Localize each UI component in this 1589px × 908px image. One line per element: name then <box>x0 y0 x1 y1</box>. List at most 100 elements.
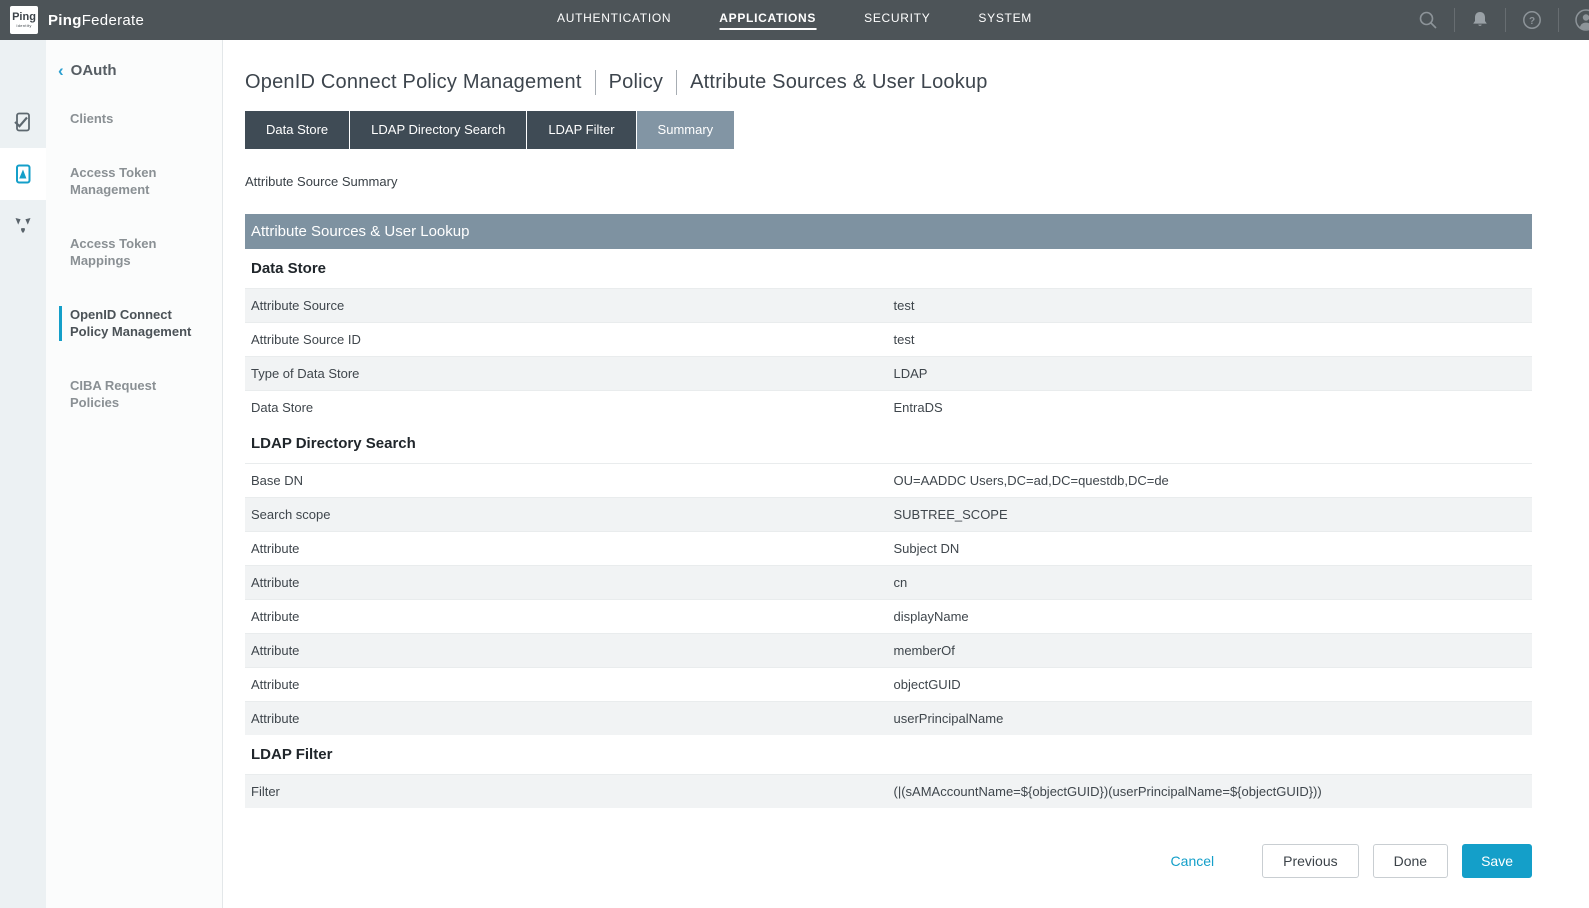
summary-sections: Data Store Attribute Source test Attribu… <box>245 260 1532 808</box>
row-label: Attribute <box>245 541 889 556</box>
top-nav: AUTHENTICATION APPLICATIONS SECURITY SYSTEM <box>557 11 1032 30</box>
sidebar-item-openid-connect-policy-management[interactable]: OpenID Connect Policy Management <box>59 306 208 341</box>
product-name-rest: Federate <box>82 12 144 29</box>
row-label: Attribute <box>245 711 889 726</box>
sidebar-item-access-token-mappings[interactable]: Access Token Mappings <box>70 235 208 270</box>
footer-actions: Cancel Previous Done Save <box>245 844 1532 878</box>
app-root: Ping Identity PingFederate AUTHENTICATIO… <box>0 0 1589 908</box>
ping-logo-subtext: Identity <box>16 23 31 28</box>
summary-row: Attribute objectGUID <box>245 667 1532 701</box>
chevron-left-icon: ‹ <box>58 63 64 78</box>
search-icon[interactable] <box>1417 9 1439 31</box>
summary-row: Attribute Subject DN <box>245 531 1532 565</box>
tab-summary[interactable]: Summary <box>637 111 735 149</box>
row-label: Attribute <box>245 575 889 590</box>
top-nav-applications[interactable]: APPLICATIONS <box>719 11 816 30</box>
summary-row: Attribute userPrincipalName <box>245 701 1532 735</box>
table-header-bar: Attribute Sources & User Lookup <box>245 214 1532 249</box>
breadcrumb-segment: Attribute Sources & User Lookup <box>690 71 987 94</box>
sidebar: ‹ OAuth Clients Access Token Management Ac… <box>46 40 223 908</box>
row-value: cn <box>889 575 1533 590</box>
breadcrumb-separator <box>676 70 677 95</box>
row-label: Type of Data Store <box>245 366 889 381</box>
sidebar-back-oauth[interactable]: ‹ OAuth <box>58 62 222 79</box>
row-value: LDAP <box>889 366 1533 381</box>
summary-row: Base DN OU=AADDC Users,DC=ad,DC=questdb,… <box>245 463 1532 497</box>
row-label: Base DN <box>245 473 889 488</box>
help-icon[interactable]: ? <box>1521 9 1543 31</box>
clients-icon[interactable] <box>0 96 46 148</box>
row-label: Attribute <box>245 643 889 658</box>
cancel-link[interactable]: Cancel <box>1171 853 1215 869</box>
top-nav-authentication[interactable]: AUTHENTICATION <box>557 11 671 30</box>
product-name: PingFederate <box>48 12 144 29</box>
row-value: Subject DN <box>889 541 1533 556</box>
section-rows: Filter (|(sAMAccountName=${objectGUID})(… <box>245 774 1532 808</box>
row-label: Attribute Source ID <box>245 332 889 347</box>
page-title-breadcrumb: OpenID Connect Policy Management Policy … <box>245 70 1532 95</box>
save-button[interactable]: Save <box>1462 844 1532 878</box>
sidebar-item-clients[interactable]: Clients <box>70 110 208 128</box>
summary-row: Attribute Source ID test <box>245 322 1532 356</box>
summary-row: Data Store EntraDS <box>245 390 1532 424</box>
summary-row: Attribute cn <box>245 565 1532 599</box>
divider <box>1558 8 1559 32</box>
content-shell: ‹ OAuth Clients Access Token Management Ac… <box>0 40 1589 908</box>
tab-ldap-directory-search[interactable]: LDAP Directory Search <box>350 111 526 149</box>
ping-logo[interactable]: Ping Identity <box>10 6 38 34</box>
wizard-tabs: Data StoreLDAP Directory SearchLDAP Filt… <box>245 111 1532 149</box>
breadcrumb-separator <box>595 70 596 95</box>
row-label: Data Store <box>245 400 889 415</box>
top-nav-security[interactable]: SECURITY <box>864 11 930 30</box>
user-account-icon[interactable] <box>1574 8 1589 32</box>
row-value: userPrincipalName <box>889 711 1533 726</box>
topbar: Ping Identity PingFederate AUTHENTICATIO… <box>0 0 1589 40</box>
section-title: Data Store <box>251 260 1532 277</box>
row-label: Attribute Source <box>245 298 889 313</box>
sidebar-item-access-token-management[interactable]: Access Token Management <box>70 164 208 199</box>
sidebar-item-ciba-request-policies[interactable]: CIBA Request Policies <box>70 377 208 412</box>
top-nav-system[interactable]: SYSTEM <box>978 11 1032 30</box>
section-title: LDAP Directory Search <box>251 435 1532 452</box>
module-icon-rail <box>0 40 46 908</box>
row-value: OU=AADDC Users,DC=ad,DC=questdb,DC=de <box>889 473 1533 488</box>
notifications-bell-icon[interactable] <box>1470 9 1490 31</box>
summary-row: Attribute memberOf <box>245 633 1532 667</box>
section-title: LDAP Filter <box>251 746 1532 763</box>
row-value: EntraDS <box>889 400 1533 415</box>
row-value: memberOf <box>889 643 1533 658</box>
main-content: OpenID Connect Policy Management Policy … <box>223 40 1589 908</box>
row-value: displayName <box>889 609 1533 624</box>
sidebar-section-label: OAuth <box>71 62 117 79</box>
section-rows: Attribute Source test Attribute Source I… <box>245 288 1532 424</box>
row-value: SUBTREE_SCOPE <box>889 507 1533 522</box>
summary-section: LDAP Directory Search Base DN OU=AADDC U… <box>245 435 1532 735</box>
row-label: Search scope <box>245 507 889 522</box>
summary-row: Attribute Source test <box>245 288 1532 322</box>
sidebar-nav: Clients Access Token Management Access Tok… <box>46 79 222 412</box>
row-value: test <box>889 332 1533 347</box>
previous-button[interactable]: Previous <box>1262 844 1358 878</box>
row-value: (|(sAMAccountName=${objectGUID})(userPri… <box>889 784 1533 799</box>
row-label: Filter <box>245 784 889 799</box>
summary-section: Data Store Attribute Source test Attribu… <box>245 260 1532 424</box>
summary-row: Filter (|(sAMAccountName=${objectGUID})(… <box>245 774 1532 808</box>
done-button[interactable]: Done <box>1373 844 1448 878</box>
svg-text:?: ? <box>1529 16 1535 27</box>
tab-ldap-filter[interactable]: LDAP Filter <box>527 111 635 149</box>
tab-data-store[interactable]: Data Store <box>245 111 349 149</box>
breadcrumb-segment: OpenID Connect Policy Management <box>245 71 582 94</box>
summary-row: Type of Data Store LDAP <box>245 356 1532 390</box>
ping-logo-text: Ping <box>12 12 36 23</box>
product-name-bold: Ping <box>48 12 82 29</box>
access-token-mappings-icon[interactable] <box>0 200 46 252</box>
row-value: objectGUID <box>889 677 1533 692</box>
summary-row: Attribute displayName <box>245 599 1532 633</box>
row-value: test <box>889 298 1533 313</box>
summary-label: Attribute Source Summary <box>245 174 1532 189</box>
divider <box>1454 8 1455 32</box>
access-token-management-icon[interactable] <box>0 148 46 200</box>
divider <box>1505 8 1506 32</box>
topbar-icons: ? <box>1417 8 1589 32</box>
breadcrumb-segment: Policy <box>609 71 664 94</box>
